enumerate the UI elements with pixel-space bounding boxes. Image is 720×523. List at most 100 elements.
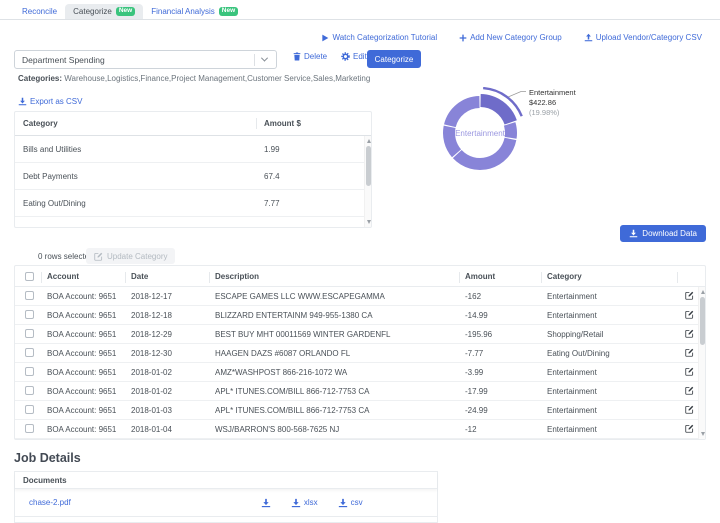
category-cell: Entertainment [547,291,597,301]
summary-table-scrollbar[interactable] [364,136,371,227]
edit-row-icon[interactable] [685,367,694,376]
summary-row[interactable]: Eating Out/Dining 7.77 [15,190,371,217]
download-csv-button[interactable]: csv [338,498,363,508]
row-checkbox[interactable] [25,290,34,300]
transaction-row: BOA Account: 9651 2018-12-29 BEST BUY MH… [15,325,705,344]
transactions-table: Account Date Description Amount Category… [14,265,706,440]
tab-label: Financial Analysis [151,6,215,16]
transactions-header: Account Date Description Amount Category [15,266,705,287]
download-data-button[interactable]: Download Data [620,225,706,242]
transaction-row: BOA Account: 9651 2018-01-02 APL* ITUNES… [15,382,705,401]
summary-row[interactable]: Bills and Utilities 1.99 [15,136,371,163]
upload-vendor-csv-link[interactable]: Upload Vendor/Category CSV [584,33,702,42]
download-icon [18,97,27,106]
categories-label: Categories: [18,74,63,83]
donut-segment[interactable] [452,137,517,170]
scroll-thumb[interactable] [700,297,705,345]
summary-body: Bills and Utilities 1.99 Debt Payments 6… [15,136,371,228]
row-checkbox[interactable] [25,385,34,395]
edit-row-icon[interactable] [685,405,694,414]
watch-tutorial-link[interactable]: Watch Categorization Tutorial [321,33,437,42]
tab-reconcile[interactable]: Reconcile [14,4,65,19]
select-all-checkbox[interactable] [25,271,34,281]
category-cell: Entertainment [547,405,597,415]
new-badge: New [218,6,239,16]
amount-cell: -7.77 [465,348,484,358]
download-icon [291,498,301,508]
transactions-rows: BOA Account: 9651 2018-12-17 ESCAPE GAME… [15,287,705,439]
col-category: Category [541,266,677,286]
date-cell: 2018-12-17 [131,291,172,301]
row-checkbox[interactable] [25,309,34,319]
summary-col-amount: Amount $ [256,112,371,135]
edit-row-icon[interactable] [685,329,694,338]
export-csv-link[interactable]: Export as CSV [18,97,82,106]
transaction-row: BOA Account: 9651 2018-12-18 BLIZZARD EN… [15,306,705,325]
add-category-group-link[interactable]: Add New Category Group [459,33,562,42]
category-cell: Entertainment [547,310,597,320]
summary-amount-cell: 67.4 [264,171,280,181]
categories-value: Warehouse,Logistics,Finance,Project Mana… [64,74,371,83]
scroll-down-icon[interactable] [700,432,705,436]
delete-button[interactable]: Delete [293,52,327,61]
donut-segment[interactable] [480,94,517,125]
description-cell: ESCAPE GAMES LLC WWW.ESCAPEGAMMA [215,291,385,301]
download-pdf-button[interactable] [261,498,271,508]
summary-category-cell: Bills and Utilities [23,144,82,154]
tab-categorize[interactable]: Categorize New [65,3,144,19]
row-checkbox[interactable] [25,423,34,433]
add-category-group-label: Add New Category Group [470,33,562,42]
summary-amount-cell: 1.99 [264,144,280,154]
plus-icon [459,34,467,42]
play-icon [321,34,329,42]
donut-center-label: Entertainment [455,129,506,138]
scroll-down-icon[interactable] [366,220,371,224]
summary-row[interactable]: Debt Payments 67.4 [15,163,371,190]
donut-segment[interactable] [444,96,480,128]
gear-icon [341,52,350,61]
scroll-up-icon[interactable] [700,290,705,294]
watch-tutorial-label: Watch Categorization Tutorial [332,33,438,42]
description-cell: BEST BUY MHT 00011569 WINTER GARDENFL [215,329,391,339]
categories-line: Categories: Warehouse,Logistics,Finance,… [18,74,370,83]
edit-row-icon[interactable] [685,386,694,395]
category-cell: Shopping/Retail [547,329,604,339]
account-cell: BOA Account: 9651 [47,348,117,358]
download-xlsx-button[interactable]: xlsx [291,498,318,508]
transaction-row: BOA Account: 9651 2018-12-17 ESCAPE GAME… [15,287,705,306]
summary-col-category: Category [23,119,58,128]
download-icon [629,229,638,238]
account-cell: BOA Account: 9651 [47,310,117,320]
row-checkbox[interactable] [25,366,34,376]
callout-label: Entertainment [529,88,577,97]
transactions-scrollbar[interactable] [698,287,705,439]
account-cell: BOA Account: 9651 [47,424,117,434]
tab-financial-analysis[interactable]: Financial Analysis New [143,4,246,20]
account-cell: BOA Account: 9651 [47,367,117,377]
edit-row-icon[interactable] [685,291,694,300]
col-amount: Amount [459,266,541,286]
amount-cell: -195.96 [465,329,493,339]
category-group-select[interactable]: Department Spending [14,50,277,69]
date-cell: 2018-01-02 [131,367,172,377]
date-cell: 2018-12-18 [131,310,172,320]
scroll-thumb[interactable] [366,146,371,186]
category-cell: Entertainment [547,424,597,434]
summary-row[interactable]: Entertainment 422.86 [15,217,371,228]
download-data-label: Download Data [642,229,697,238]
edit-row-icon[interactable] [685,424,694,433]
document-link[interactable]: chase-2.pdf [29,498,71,507]
row-checkbox[interactable] [25,347,34,357]
categorize-button[interactable]: Categorize [367,50,421,68]
chevron-down-icon [260,54,269,62]
update-category-button[interactable]: Update Category [86,248,176,264]
summary-category-cell: Eating Out/Dining [23,198,86,208]
edit-row-icon[interactable] [685,348,694,357]
category-group-value: Department Spending [22,54,105,65]
scroll-up-icon[interactable] [366,139,371,143]
xlsx-label: xlsx [303,498,318,507]
row-checkbox[interactable] [25,328,34,338]
row-checkbox[interactable] [25,404,34,414]
donut-segment[interactable] [503,122,517,139]
edit-row-icon[interactable] [685,310,694,319]
